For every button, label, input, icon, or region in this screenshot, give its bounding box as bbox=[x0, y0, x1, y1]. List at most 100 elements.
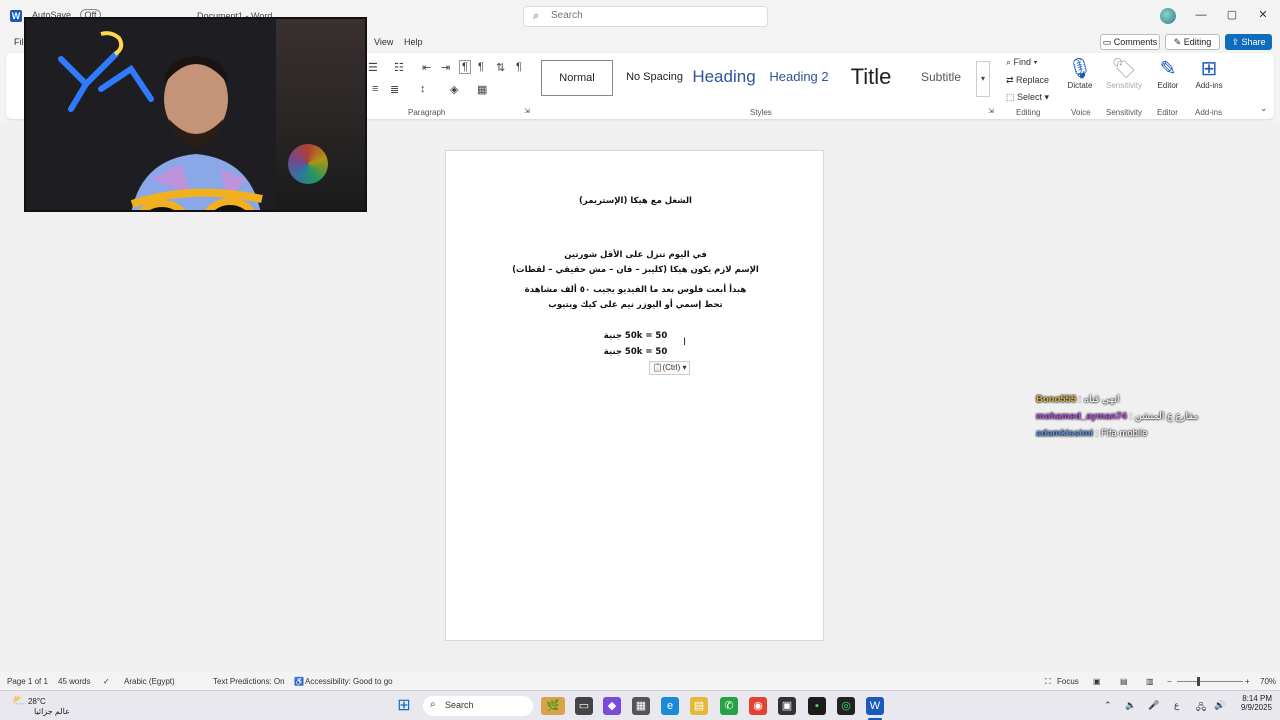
share-icon: ⇪ bbox=[1231, 37, 1242, 47]
editing-mode-button[interactable]: ✎ Editing bbox=[1165, 34, 1220, 50]
search-box[interactable]: ⌕ bbox=[523, 6, 768, 27]
sensitivity-label: Sensitivity bbox=[1105, 81, 1142, 90]
find-button[interactable]: ⌕ Find ▾ bbox=[1006, 57, 1037, 68]
replace-button[interactable]: ⇄ Replace bbox=[1006, 75, 1049, 86]
tray-chevron-icon[interactable]: ⌃ bbox=[1104, 700, 1112, 711]
clipboard-icon: 📋 bbox=[652, 363, 663, 372]
store-icon[interactable]: ▦ bbox=[632, 697, 650, 715]
sensitivity-button[interactable]: 🏷 Sensitivity bbox=[1104, 57, 1144, 90]
dictate-label: Dictate bbox=[1067, 81, 1093, 90]
tab-help[interactable]: Help bbox=[404, 37, 423, 47]
maximize-button[interactable]: ▢ bbox=[1225, 8, 1239, 22]
chat-text: انهي قناه bbox=[1084, 394, 1120, 405]
increase-indent-icon[interactable]: ⇥ bbox=[441, 61, 450, 74]
borders-icon[interactable]: ▦ bbox=[477, 83, 487, 96]
select-button[interactable]: ⬚ Select ▾ bbox=[1006, 92, 1049, 103]
chrome-icon[interactable]: ◉ bbox=[749, 697, 767, 715]
chat-separator: : bbox=[1076, 394, 1085, 405]
page-count[interactable]: Page 1 of 1 bbox=[7, 677, 48, 686]
justify-icon[interactable]: ≣ bbox=[390, 83, 399, 96]
comments-label: Comments bbox=[1113, 37, 1158, 47]
input-language[interactable]: ع bbox=[1174, 700, 1179, 711]
account-avatar[interactable] bbox=[1160, 8, 1176, 24]
share-button[interactable]: ⇪ Share bbox=[1225, 34, 1272, 50]
style-normal[interactable]: Normal bbox=[541, 60, 613, 96]
task-view-icon[interactable]: ▭ bbox=[575, 697, 593, 715]
addins-icon: ⊞ bbox=[1200, 58, 1218, 80]
game-app-icon[interactable]: ▪ bbox=[808, 697, 826, 715]
network-icon[interactable]: 🖧 bbox=[1196, 700, 1206, 716]
addins-button[interactable]: ⊞ Add-ins bbox=[1189, 57, 1229, 90]
accessibility-status[interactable]: Accessibility: Good to go bbox=[305, 677, 393, 686]
edge-icon[interactable]: e bbox=[661, 697, 679, 715]
minimize-button[interactable]: — bbox=[1194, 8, 1208, 22]
zoom-slider[interactable] bbox=[1177, 681, 1243, 682]
doc-line-4: تحط إسمي أو اليوزر نيم على كيك ويتيوب bbox=[548, 300, 723, 310]
speaker-icon[interactable]: 🔊 bbox=[1214, 700, 1225, 711]
word-app-icon: W bbox=[10, 10, 22, 22]
decrease-indent-icon[interactable]: ⇤ bbox=[422, 61, 431, 74]
weather-widget[interactable]: ⛅ 28°C عالم جزائيا bbox=[12, 694, 70, 716]
proofing-icon[interactable]: ✓ bbox=[103, 677, 110, 686]
tab-view[interactable]: View bbox=[374, 37, 393, 47]
search-highlight-icon[interactable]: 🌿 bbox=[541, 697, 565, 715]
replace-label: Replace bbox=[1016, 75, 1050, 85]
search-input[interactable] bbox=[551, 10, 751, 21]
weather-icon: ⛅ bbox=[12, 695, 26, 707]
file-explorer-icon[interactable]: ▤ bbox=[690, 697, 708, 715]
focus-button[interactable]: Focus bbox=[1057, 677, 1079, 686]
style-subtitle[interactable]: Subtitle bbox=[906, 60, 976, 96]
sort-icon[interactable]: ⇅ bbox=[496, 61, 505, 74]
web-layout-icon[interactable]: ▥ bbox=[1146, 677, 1154, 686]
chat-username: Bono555 bbox=[1036, 394, 1077, 405]
pencil-icon: ✎ bbox=[1173, 37, 1184, 47]
start-button-icon[interactable]: ⊞ bbox=[395, 697, 413, 715]
styles-launcher-icon[interactable]: ⇲ bbox=[988, 107, 994, 115]
style-heading-2[interactable]: Heading 2 bbox=[763, 60, 835, 96]
show-marks-icon[interactable]: ¶ bbox=[516, 61, 522, 73]
style-heading[interactable]: Heading bbox=[688, 60, 760, 96]
line-spacing-icon[interactable]: ↕ bbox=[420, 83, 426, 95]
editor-group-label: Editor bbox=[1157, 108, 1178, 117]
weather-temperature: 28°C bbox=[27, 697, 46, 706]
microphone-tray-icon[interactable]: 🎤 bbox=[1148, 700, 1159, 711]
addins-button-label: Add-ins bbox=[1195, 81, 1223, 90]
print-layout-icon[interactable]: ▤ bbox=[1120, 677, 1128, 686]
style-title[interactable]: Title bbox=[836, 60, 906, 96]
zoom-in-icon[interactable]: + bbox=[1245, 677, 1250, 686]
zoom-level[interactable]: 70% bbox=[1260, 677, 1276, 686]
dictate-button[interactable]: 🎙 Dictate bbox=[1060, 57, 1100, 90]
webcam-overlay bbox=[24, 17, 367, 212]
word-taskbar-icon[interactable]: W bbox=[866, 697, 884, 715]
styles-more-button[interactable]: ▾ bbox=[976, 61, 990, 97]
align-right-icon[interactable]: ≡ bbox=[372, 83, 378, 95]
search-icon: ⌕ bbox=[430, 699, 436, 710]
paragraph-launcher-icon[interactable]: ⇲ bbox=[524, 107, 530, 115]
obs-icon[interactable]: ◎ bbox=[837, 697, 855, 715]
style-no-spacing[interactable]: No Spacing bbox=[617, 60, 692, 96]
word-count[interactable]: 45 words bbox=[58, 677, 90, 686]
zoom-out-icon[interactable]: − bbox=[1167, 677, 1172, 686]
whatsapp-icon[interactable]: ✆ bbox=[720, 697, 738, 715]
document-page[interactable]: الشغل مع هيكا (الإستريمر) في اليوم تنزل … bbox=[445, 150, 824, 641]
taskbar-search[interactable]: ⌕ Search bbox=[423, 696, 533, 716]
app-icon[interactable]: ▣ bbox=[778, 697, 796, 715]
editor-button[interactable]: ✎ Editor bbox=[1148, 57, 1188, 90]
bullets-icon[interactable]: ☰ bbox=[368, 61, 378, 74]
multilevel-list-icon[interactable]: ☷ bbox=[394, 61, 404, 74]
shading-icon[interactable]: ◈ bbox=[450, 83, 458, 96]
comments-button[interactable]: ▭ Comments bbox=[1100, 34, 1160, 50]
close-button[interactable]: ✕ bbox=[1256, 8, 1270, 22]
volume-icon[interactable]: 🔈 bbox=[1125, 700, 1136, 711]
collapse-ribbon-icon[interactable]: ⌄ bbox=[1260, 103, 1268, 114]
text-predictions-status[interactable]: Text Predictions: On bbox=[213, 677, 285, 686]
copilot-icon[interactable]: ◆ bbox=[603, 697, 621, 715]
read-mode-icon[interactable]: ▣ bbox=[1093, 677, 1101, 686]
clock[interactable]: 8:14 PM 9/9/2025 bbox=[1228, 694, 1272, 712]
ltr-direction-icon[interactable]: ¶ bbox=[478, 61, 484, 73]
paste-options-button[interactable]: 📋(Ctrl) ▾ bbox=[649, 361, 690, 375]
zoom-slider-thumb[interactable] bbox=[1197, 677, 1200, 686]
rtl-direction-icon[interactable]: ¶ bbox=[459, 60, 471, 74]
accessibility-icon: ♿ bbox=[294, 677, 304, 686]
language-indicator[interactable]: Arabic (Egypt) bbox=[124, 677, 175, 686]
